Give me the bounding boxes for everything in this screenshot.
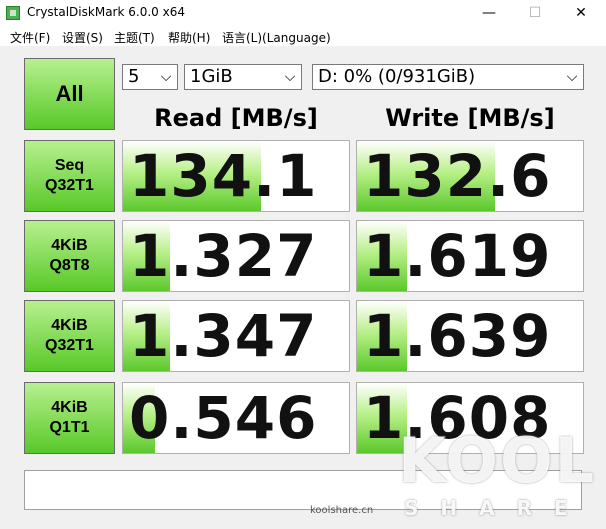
read-result-cell: 1.327 [122,220,350,292]
write-result-value: 132.6 [363,142,552,210]
read-result-cell: 134.1 [122,140,350,212]
menu-theme[interactable]: 主题(T) [114,29,155,46]
write-result-value: 1.619 [363,222,552,290]
window-title: CrystalDiskMark 6.0.0 x64 [27,5,185,19]
test-4kib-q1t1-button[interactable]: 4KiB Q1T1 [24,382,115,454]
test-count-select[interactable]: 5 ⌵ [122,64,178,90]
write-result-cell: 1.619 [356,220,584,292]
menu-file[interactable]: 文件(F) [10,29,50,46]
watermark-brand: KOOL [398,424,597,497]
test-label-line2: Q32T1 [45,177,94,194]
test-label-line1: 4KiB [51,399,88,416]
write-result-cell: 1.639 [356,300,584,372]
chevron-down-icon: ⌵ [284,69,296,85]
test-4kib-q8t8-button[interactable]: 4KiB Q8T8 [24,220,115,292]
close-button[interactable]: ✕ [558,0,604,26]
test-size-select[interactable]: 1GiB ⌵ [184,64,302,90]
watermark-sub: SHARE [404,496,590,520]
menu-language[interactable]: 语言(L)(Language) [222,29,331,46]
chevron-down-icon: ⌵ [566,69,578,85]
title-bar: CrystalDiskMark 6.0.0 x64 — ☐ ✕ [0,0,606,26]
read-result-value: 1.347 [129,302,318,370]
test-label-line2: Q8T8 [49,257,90,274]
menu-help[interactable]: 帮助(H) [168,29,210,46]
read-header: Read [MB/s] [154,104,318,132]
maximize-button[interactable]: ☐ [512,0,558,26]
menu-bar: 文件(F) 设置(S) 主题(T) 帮助(H) 语言(L)(Language) [0,26,606,46]
read-result-value: 0.546 [129,384,318,452]
test-label-line1: 4KiB [51,317,88,334]
test-label-line2: Q32T1 [45,337,94,354]
test-label-line1: 4KiB [51,237,88,254]
minimize-button[interactable]: — [466,0,512,26]
chevron-down-icon: ⌵ [160,69,172,85]
write-result-cell: 132.6 [356,140,584,212]
read-result-cell: 1.347 [122,300,350,372]
read-result-value: 134.1 [129,142,318,210]
test-count-value: 5 [128,66,140,87]
drive-select[interactable]: D: 0% (0/931GiB) ⌵ [312,64,584,90]
write-header: Write [MB/s] [385,104,555,132]
watermark-url: koolshare.cn [310,505,374,516]
drive-value: D: 0% (0/931GiB) [318,66,476,87]
test-size-value: 1GiB [190,66,233,87]
test-label-line2: Q1T1 [49,419,90,436]
run-all-button[interactable]: All [24,58,115,130]
menu-settings[interactable]: 设置(S) [62,29,103,46]
app-icon [6,6,20,20]
read-result-value: 1.327 [129,222,318,290]
read-result-cell: 0.546 [122,382,350,454]
test-4kib-q32t1-button[interactable]: 4KiB Q32T1 [24,300,115,372]
test-label-line1: Seq [54,157,85,174]
write-result-value: 1.639 [363,302,552,370]
test-seq-q32t1-button[interactable]: Seq Q32T1 [24,140,115,212]
